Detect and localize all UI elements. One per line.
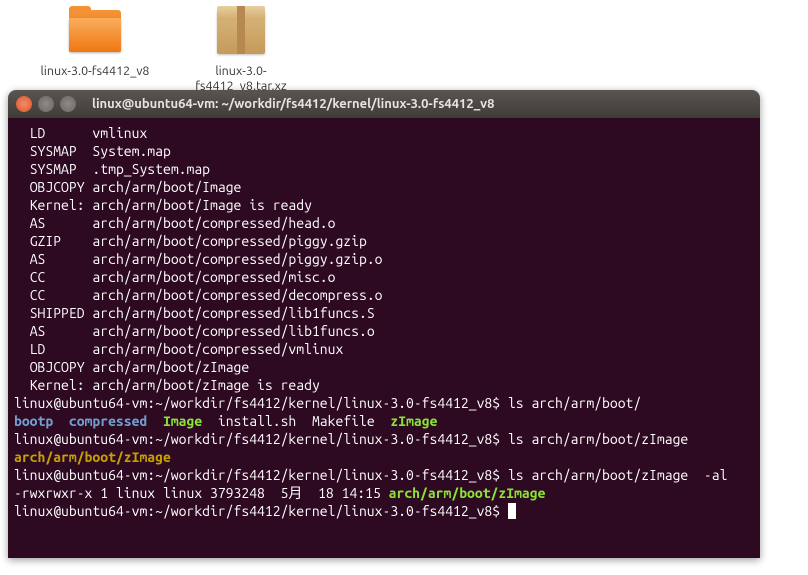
terminal-line: linux@ubuntu64-vm:~/workdir/fs4412/kerne… [14,430,754,448]
desktop-icon-folder[interactable]: linux-3.0-fs4412_v8 [30,6,160,79]
window-titlebar[interactable]: linux@ubuntu64-vm: ~/workdir/fs4412/kern… [8,90,760,118]
folder-icon [63,6,127,58]
terminal-line: LD vmlinux [14,124,754,142]
terminal-line: AS arch/arm/boot/compressed/piggy.gzip.o [14,250,754,268]
terminal-line: arch/arm/boot/zImage [14,448,754,466]
terminal-line: OBJCOPY arch/arm/boot/zImage [14,358,754,376]
terminal-line: CC arch/arm/boot/compressed/decompress.o [14,286,754,304]
desktop-icon-package[interactable]: linux-3.0-fs4412_v8.tar.xz [176,6,306,94]
maximize-icon[interactable] [60,96,76,112]
desktop-icon-label: linux-3.0-fs4412_v8 [30,64,160,79]
terminal-line: bootp compressed Image install.sh Makefi… [14,412,754,430]
terminal-line: Kernel: arch/arm/boot/Image is ready [14,196,754,214]
minimize-icon[interactable] [38,96,54,112]
terminal-line: GZIP arch/arm/boot/compressed/piggy.gzip [14,232,754,250]
terminal-line: LD arch/arm/boot/compressed/vmlinux [14,340,754,358]
terminal-body[interactable]: LD vmlinux SYSMAP System.map SYSMAP .tmp… [8,118,760,558]
terminal-line: OBJCOPY arch/arm/boot/Image [14,178,754,196]
terminal-line: AS arch/arm/boot/compressed/lib1funcs.o [14,322,754,340]
terminal-line: Kernel: arch/arm/boot/zImage is ready [14,376,754,394]
terminal-line: linux@ubuntu64-vm:~/workdir/fs4412/kerne… [14,394,754,412]
window-title: linux@ubuntu64-vm: ~/workdir/fs4412/kern… [92,97,494,111]
terminal-line: AS arch/arm/boot/compressed/head.o [14,214,754,232]
terminal-line: SYSMAP System.map [14,142,754,160]
terminal-line: linux@ubuntu64-vm:~/workdir/fs4412/kerne… [14,502,754,520]
terminal-line: linux@ubuntu64-vm:~/workdir/fs4412/kerne… [14,466,754,484]
close-icon[interactable] [16,96,32,112]
terminal-line: SHIPPED arch/arm/boot/compressed/lib1fun… [14,304,754,322]
terminal-window: linux@ubuntu64-vm: ~/workdir/fs4412/kern… [8,90,760,558]
package-icon [209,6,273,58]
terminal-line: SYSMAP .tmp_System.map [14,160,754,178]
terminal-line: CC arch/arm/boot/compressed/misc.o [14,268,754,286]
cursor [508,503,516,519]
terminal-line: -rwxrwxr-x 1 linux linux 3793248 5月 18 1… [14,484,754,502]
